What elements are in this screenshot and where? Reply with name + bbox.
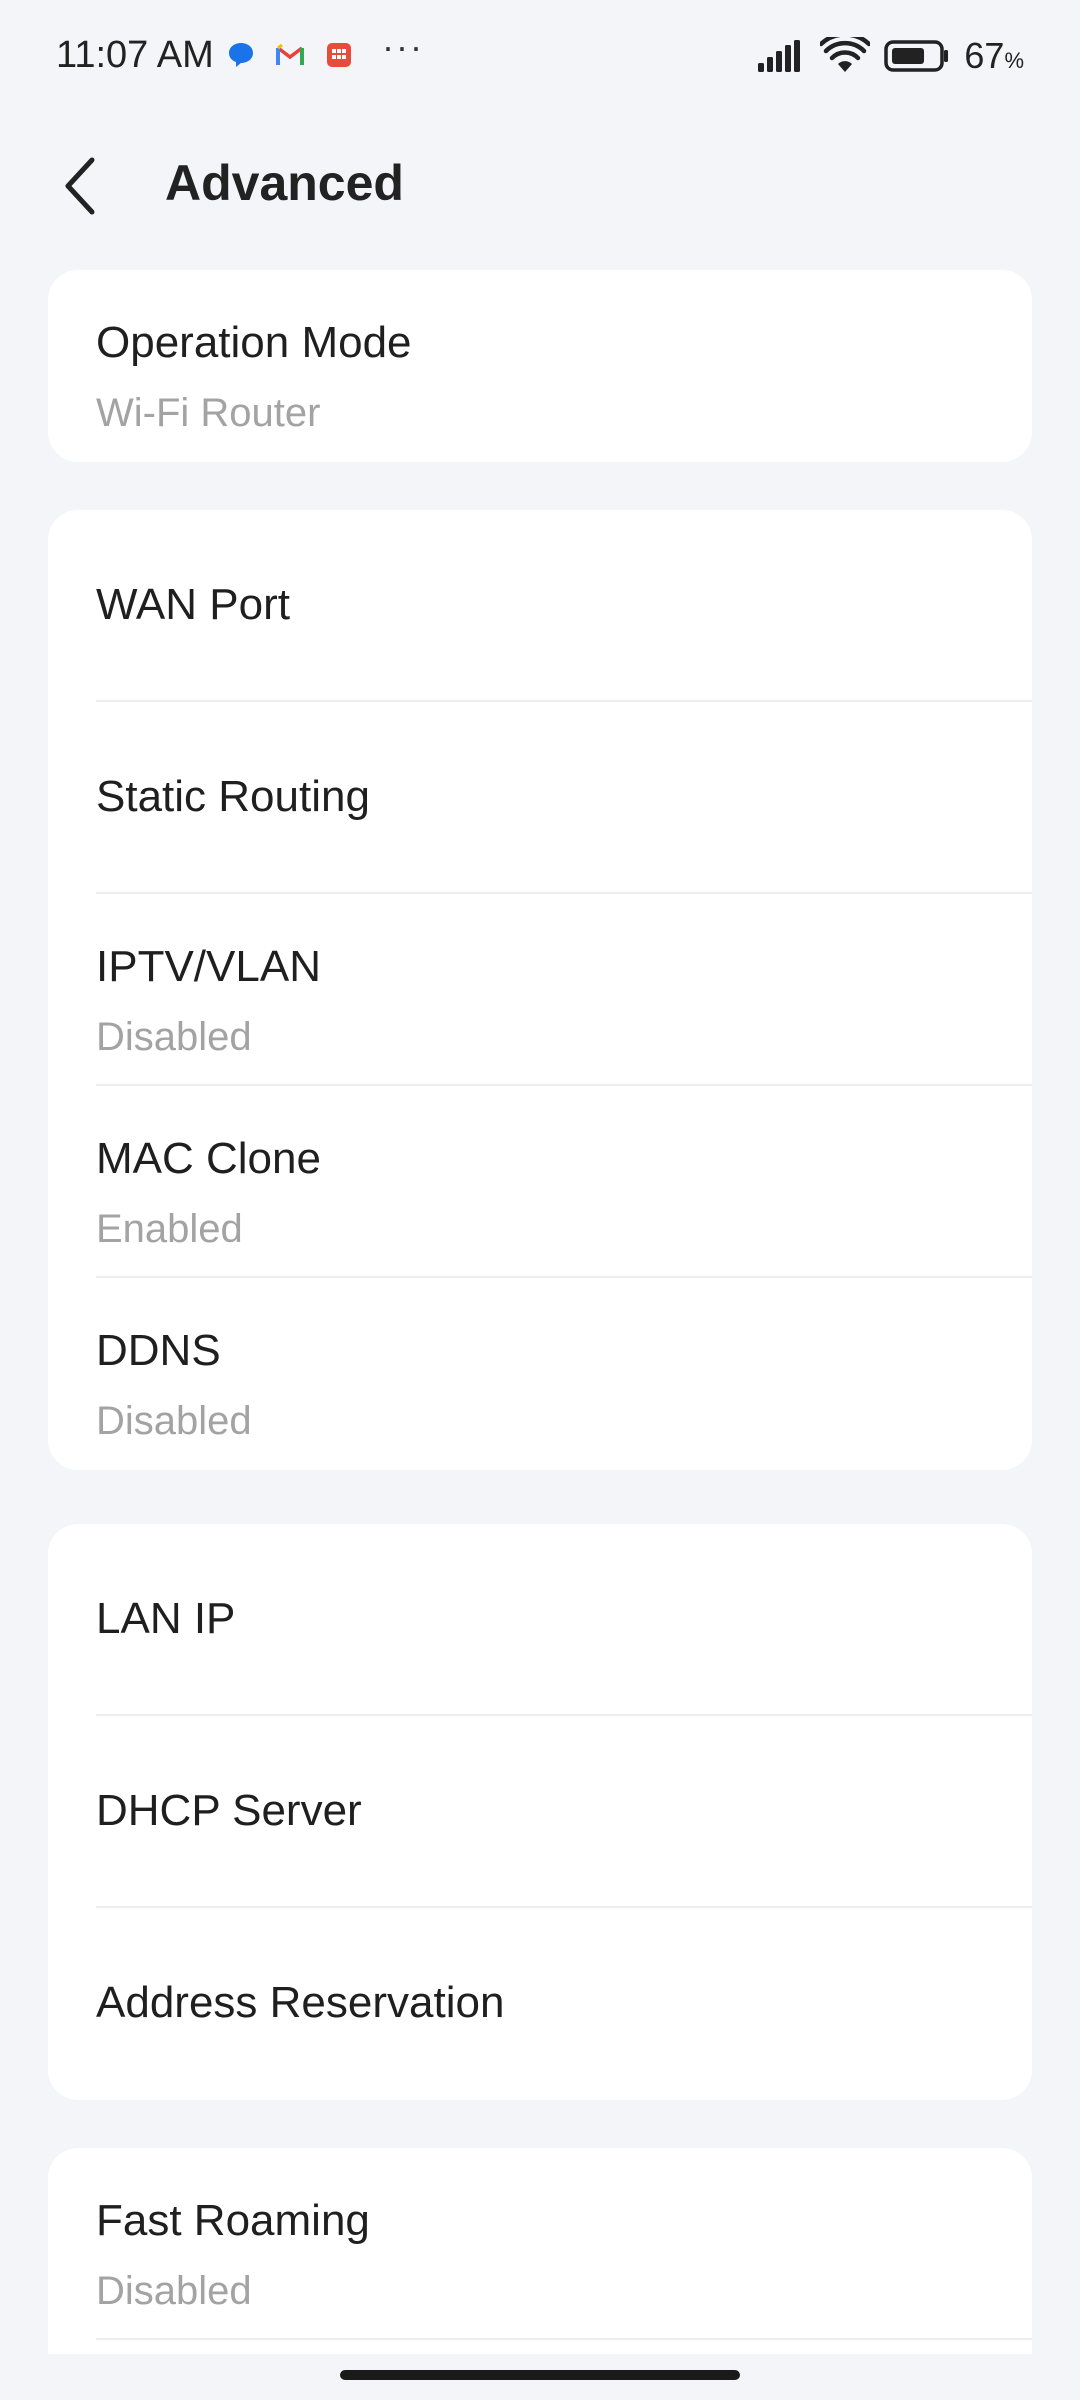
status-time: 11:07 AM bbox=[56, 34, 214, 76]
app-header: Advanced bbox=[0, 130, 1080, 240]
settings-card-operation: Operation Mode Wi-Fi Router bbox=[48, 270, 1032, 462]
battery-level: 67% bbox=[964, 35, 1024, 76]
cell-signal-icon bbox=[758, 40, 801, 72]
status-right: 67% bbox=[756, 34, 1024, 78]
row-value: Disabled bbox=[96, 2269, 252, 2313]
chevron-left-icon bbox=[65, 157, 95, 215]
row-operation-mode[interactable]: Operation Mode Wi-Fi Router bbox=[48, 270, 1032, 462]
divider bbox=[96, 2338, 1032, 2340]
row-fast-roaming[interactable]: Fast Roaming Disabled bbox=[48, 2148, 1032, 2340]
row-value: Wi-Fi Router bbox=[96, 391, 321, 435]
row-title: WAN Port bbox=[96, 580, 290, 629]
row-title: Fast Roaming bbox=[96, 2196, 370, 2245]
settings-card-roaming: Fast Roaming Disabled bbox=[48, 2148, 1032, 2388]
back-button[interactable] bbox=[40, 146, 120, 226]
page-title: Advanced bbox=[165, 155, 404, 211]
row-static-routing[interactable]: Static Routing bbox=[48, 702, 1032, 894]
row-title: IPTV/VLAN bbox=[96, 942, 321, 991]
row-value: Disabled bbox=[96, 1015, 252, 1059]
row-ddns[interactable]: DDNS Disabled bbox=[48, 1278, 1032, 1470]
messages-icon bbox=[229, 43, 253, 67]
row-title: Static Routing bbox=[96, 772, 370, 821]
wifi-icon bbox=[820, 37, 871, 72]
row-title: Operation Mode bbox=[96, 318, 412, 367]
settings-card-lan: LAN IP DHCP Server Address Reservation bbox=[48, 1524, 1032, 2100]
row-dhcp-server[interactable]: DHCP Server bbox=[48, 1716, 1032, 1908]
row-title: DHCP Server bbox=[96, 1786, 362, 1835]
row-address-reservation[interactable]: Address Reservation bbox=[48, 1908, 1032, 2100]
row-title: LAN IP bbox=[96, 1594, 236, 1643]
row-mac-clone[interactable]: MAC Clone Enabled bbox=[48, 1086, 1032, 1278]
settings-card-wan: WAN Port Static Routing IPTV/VLAN Disabl… bbox=[48, 510, 1032, 1470]
status-bar: 11:07 AM ··· 67% bbox=[0, 0, 1080, 112]
row-iptv-vlan[interactable]: IPTV/VLAN Disabled bbox=[48, 894, 1032, 1086]
row-value: Enabled bbox=[96, 1207, 243, 1251]
row-lan-ip[interactable]: LAN IP bbox=[48, 1524, 1032, 1716]
gmail-icon bbox=[276, 43, 304, 65]
row-title: Address Reservation bbox=[96, 1978, 505, 2027]
row-wan-port[interactable]: WAN Port bbox=[48, 510, 1032, 702]
more-notifications-icon: ··· bbox=[382, 26, 424, 67]
row-title: MAC Clone bbox=[96, 1134, 321, 1183]
calendar-icon bbox=[327, 43, 351, 67]
row-title: DDNS bbox=[96, 1326, 221, 1375]
home-indicator[interactable] bbox=[340, 2370, 740, 2380]
battery-icon bbox=[884, 40, 949, 72]
row-value: Disabled bbox=[96, 1399, 252, 1443]
